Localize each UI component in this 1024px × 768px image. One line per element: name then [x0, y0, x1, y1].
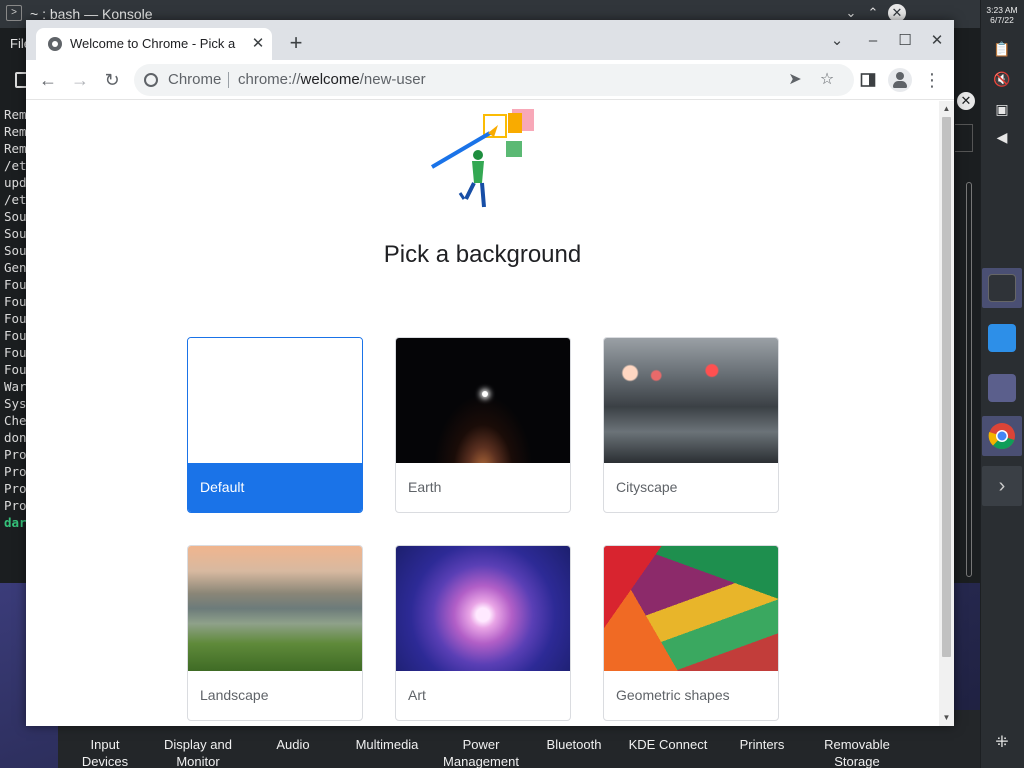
panel-time: 3:23 AM	[986, 5, 1018, 15]
terminal-icon: >	[6, 5, 22, 21]
omnibox-url: chrome://welcome/new-user	[238, 71, 426, 88]
background-option-art[interactable]: Art	[395, 545, 571, 721]
arrow-right-icon: →	[71, 70, 89, 90]
chrome-icon	[988, 423, 1015, 450]
thumbnail	[396, 546, 570, 671]
kde-item-bluetooth[interactable]: Bluetooth	[538, 736, 610, 753]
thumbnail	[604, 546, 778, 671]
display-config-icon[interactable]: ▣	[992, 100, 1012, 118]
background-label: Geometric shapes	[616, 687, 730, 703]
arrow-left-icon: ←	[39, 70, 57, 90]
folder-icon	[988, 374, 1016, 402]
maximize-icon[interactable]: ☐	[894, 30, 916, 52]
new-tab-button[interactable]: +	[284, 32, 308, 56]
background-option-landscape[interactable]: Landscape	[187, 545, 363, 721]
side-panel-button[interactable]	[856, 68, 880, 92]
background-option-default[interactable]: Default	[187, 337, 363, 513]
chrome-page-icon	[144, 73, 158, 87]
task-discover[interactable]	[982, 318, 1022, 358]
page-title: Pick a background	[383, 241, 582, 268]
minimize-icon[interactable]: –	[862, 30, 884, 52]
kde-item-printers[interactable]: Printers	[734, 736, 790, 753]
background-option-earth[interactable]: Earth	[395, 337, 571, 513]
tab-title: Welcome to Chrome - Pick a b	[70, 36, 238, 51]
thumbnail	[188, 546, 362, 671]
forward-button[interactable]: →	[68, 68, 92, 92]
scroll-down-icon[interactable]: ▼	[940, 713, 953, 723]
background-label: Earth	[408, 479, 442, 495]
chrome-window: Welcome to Chrome - Pick a b ✕ + ⌄ – ☐ ✕…	[26, 20, 954, 726]
side-panel-icon	[860, 73, 876, 87]
send-icon[interactable]: ➤	[784, 69, 806, 91]
background-option-geometric-shapes[interactable]: Geometric shapes	[603, 545, 779, 721]
avatar-icon[interactable]	[888, 68, 912, 92]
kebab-menu-icon[interactable]: ⋮	[920, 68, 944, 92]
clipboard-icon[interactable]: 📋	[992, 40, 1012, 58]
reload-button[interactable]: ↻	[100, 68, 124, 92]
konsole-close-search-icon[interactable]: ✕	[957, 92, 975, 110]
konsole-scrollbar[interactable]	[966, 182, 972, 577]
tab-close-icon[interactable]: ✕	[248, 34, 268, 54]
back-button[interactable]: ←	[36, 68, 60, 92]
thumbnail	[188, 338, 362, 463]
task-dolphin[interactable]	[982, 368, 1022, 408]
settings-app-icon	[988, 274, 1016, 302]
omnibox-separator	[228, 72, 229, 88]
konsole-search-box[interactable]	[955, 124, 973, 152]
background-option-cityscape[interactable]: Cityscape	[603, 337, 779, 513]
window-close-icon[interactable]: ✕	[926, 30, 948, 52]
painter-illustration-icon	[430, 109, 534, 208]
tab-strip: Welcome to Chrome - Pick a b ✕ + ⌄ – ☐ ✕	[26, 20, 954, 60]
terminal-chevron-icon: ›	[998, 475, 1006, 497]
task-chrome[interactable]	[982, 416, 1022, 456]
panel-clock[interactable]: 3:23 AM 6/7/22	[980, 5, 1024, 25]
thumbnail	[604, 338, 778, 463]
page-content: Pick a background Default Earth Cityscap…	[26, 101, 954, 726]
background-label: Art	[408, 687, 426, 703]
tab-welcome[interactable]: Welcome to Chrome - Pick a b ✕	[36, 28, 272, 60]
moon-glow	[482, 391, 488, 397]
tab-search-chevron-icon[interactable]: ⌄	[826, 30, 848, 52]
thumbnail	[396, 338, 570, 463]
kde-item-audio[interactable]: Audio	[268, 736, 318, 753]
volume-muted-icon[interactable]: 🔇	[992, 70, 1012, 88]
page-scrollbar-thumb[interactable]	[942, 117, 951, 657]
kde-item-input-devices[interactable]: Input Devices	[80, 736, 130, 768]
kde-menu-icon[interactable]: ⁜	[992, 734, 1012, 752]
omnibox-chip: Chrome	[168, 71, 222, 88]
kde-item-display[interactable]: Display and Monitor	[156, 736, 240, 768]
omnibox[interactable]: Chrome chrome://welcome/new-user ➤ ☆	[134, 64, 854, 96]
toolbar: ← → ↻ Chrome chrome://welcome/new-user ➤…	[26, 60, 954, 100]
background-label: Cityscape	[616, 479, 678, 495]
task-terminal[interactable]: ›	[982, 466, 1022, 506]
kde-item-multimedia[interactable]: Multimedia	[348, 736, 426, 753]
kde-item-power[interactable]: Power Management	[436, 736, 526, 768]
scroll-up-icon[interactable]: ▲	[940, 104, 953, 114]
task-konsole[interactable]	[982, 268, 1022, 308]
reload-icon: ↻	[104, 70, 120, 90]
background-label: Default	[188, 463, 362, 512]
kde-item-removable-storage[interactable]: Removable Storage	[820, 736, 894, 768]
tray-expand-icon[interactable]: ◀	[992, 128, 1012, 146]
background-label: Landscape	[200, 687, 269, 703]
star-icon[interactable]: ☆	[816, 69, 838, 91]
discover-store-icon	[988, 324, 1016, 352]
panel-date: 6/7/22	[990, 15, 1014, 25]
chrome-favicon-icon	[48, 37, 62, 51]
kde-item-kde-connect[interactable]: KDE Connect	[626, 736, 710, 753]
